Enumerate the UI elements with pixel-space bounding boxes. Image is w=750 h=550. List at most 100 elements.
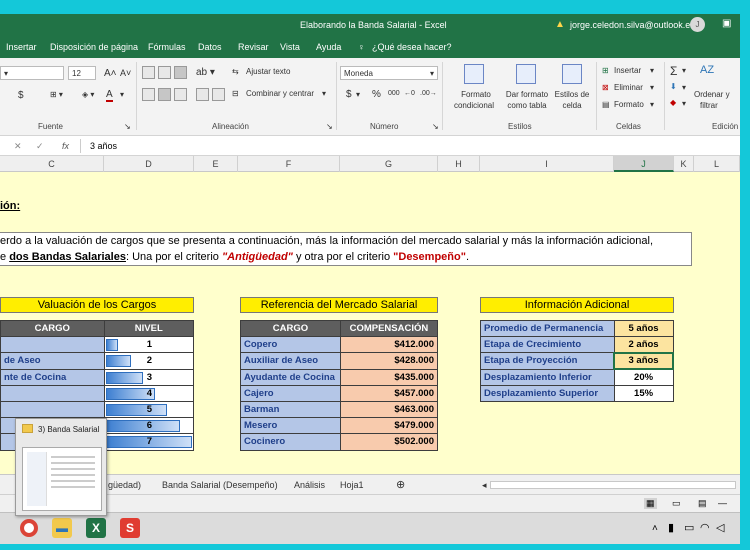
currency-small-icon[interactable]: $ <box>18 90 24 101</box>
accounting-dropdown-icon[interactable]: ▾ <box>356 90 360 99</box>
tab-disposicion[interactable]: Disposición de página <box>50 42 138 52</box>
insert-function-button[interactable]: fx <box>62 141 69 151</box>
user-account[interactable]: jorge.celedon.silva@outlook.es <box>570 20 695 30</box>
cargo-cell[interactable]: Cocinero <box>240 433 341 451</box>
compensacion-cell[interactable]: $479.000 <box>339 417 439 435</box>
compensacion-cell[interactable]: $463.000 <box>339 400 439 419</box>
fill-dropdown-icon[interactable]: ▾ <box>682 83 686 92</box>
format-cells-icon[interactable]: ▤ <box>602 100 610 109</box>
file-explorer-icon[interactable]: ▬ <box>52 518 72 538</box>
alignment-launcher-icon[interactable]: ↘ <box>326 122 333 131</box>
taskbar-preview-popup[interactable]: 3) Banda Salarial <box>15 418 107 516</box>
align-right-icon[interactable] <box>174 88 187 101</box>
adicional-value-cell[interactable]: 5 años <box>613 319 674 338</box>
fill-icon[interactable]: ⬇ <box>670 82 677 91</box>
align-top-icon[interactable] <box>142 66 155 79</box>
font-color-icon[interactable]: A <box>106 89 113 102</box>
zoom-out-icon[interactable]: — <box>718 498 727 508</box>
tab-datos[interactable]: Datos <box>198 42 222 52</box>
slides-app-icon[interactable]: S <box>120 518 140 538</box>
autosum-icon[interactable]: Σ <box>670 64 677 78</box>
column-header[interactable]: I <box>480 156 614 172</box>
column-header[interactable]: G <box>340 156 438 172</box>
format-as-table-label-2[interactable]: como tabla <box>501 101 553 110</box>
column-header[interactable]: H <box>438 156 480 172</box>
nivel-cell[interactable]: 3 <box>103 368 195 386</box>
selected-cell[interactable]: 3 años <box>613 351 674 371</box>
wrap-text-button[interactable]: Ajustar texto <box>246 67 290 76</box>
adicional-value-cell[interactable]: 15% <box>613 384 674 402</box>
column-header[interactable]: L <box>694 156 740 172</box>
cargo-cell[interactable]: Ayudante de Cocina <box>240 368 341 386</box>
adicional-label-cell[interactable]: Promedio de Permanencia <box>480 319 615 338</box>
conditional-format-icon[interactable] <box>464 64 484 84</box>
column-header[interactable]: E <box>194 156 238 172</box>
cargo-cell[interactable]: Copero <box>240 336 341 354</box>
avatar[interactable]: J <box>690 17 705 32</box>
excel-taskbar-icon[interactable]: X <box>86 518 106 538</box>
insert-cells-icon[interactable]: ⊞ <box>602 66 609 75</box>
align-bottom-icon[interactable] <box>174 66 187 79</box>
autosum-dropdown-icon[interactable]: ▾ <box>682 66 686 75</box>
sheet-tab-analisis[interactable]: Análisis <box>294 480 325 490</box>
decrease-indent-icon[interactable] <box>196 88 209 101</box>
mercado-header-compensacion[interactable]: COMPENSACIÓN <box>339 319 439 338</box>
cargo-cell[interactable]: Auxiliar de Aseo <box>240 352 341 370</box>
nivel-cell[interactable]: 6 <box>103 417 195 435</box>
adicional-label-cell[interactable]: Desplazamiento Inferior <box>480 368 615 386</box>
chrome-icon[interactable] <box>20 519 38 537</box>
clear-dropdown-icon[interactable]: ▾ <box>682 99 686 108</box>
page-layout-icon[interactable]: ▭ <box>672 498 681 509</box>
cargo-cell[interactable] <box>0 384 105 402</box>
compensacion-cell[interactable]: $502.000 <box>339 433 439 451</box>
adicional-value-cell[interactable]: 20% <box>613 368 674 386</box>
tray-chevron-icon[interactable]: ˄ <box>652 523 658 534</box>
sheet-tab-desempeno[interactable]: Banda Salarial (Desempeño) <box>162 480 278 490</box>
accounting-format-button[interactable]: $ <box>346 89 352 100</box>
tab-ayuda[interactable]: Ayuda <box>316 42 341 52</box>
fill-color-icon[interactable]: ◈ ▾ <box>82 90 94 99</box>
delete-cells-button[interactable]: Eliminar <box>614 83 643 92</box>
nivel-cell[interactable]: 5 <box>103 400 195 419</box>
valuacion-header-nivel[interactable]: NIVEL <box>103 319 195 338</box>
tell-me-search[interactable]: ¿Qué desea hacer? <box>372 42 452 52</box>
adicional-label-cell[interactable]: Etapa de Crecimiento <box>480 336 615 354</box>
format-as-table-icon[interactable] <box>516 64 536 84</box>
nivel-cell[interactable]: 2 <box>103 352 195 370</box>
adicional-label-cell[interactable]: Etapa de Proyección <box>480 352 615 370</box>
compensacion-cell[interactable]: $457.000 <box>339 384 439 402</box>
mercado-title[interactable]: Referencia del Mercado Salarial <box>240 297 438 313</box>
formula-input[interactable]: 3 años <box>90 141 117 151</box>
cargo-cell[interactable]: de Aseo <box>0 352 105 370</box>
column-header[interactable]: C <box>0 156 104 172</box>
font-color-dropdown-icon[interactable]: ▾ <box>120 90 124 99</box>
increase-decimal-icon[interactable]: ←0 <box>404 90 415 97</box>
nivel-cell[interactable]: 1 <box>103 336 195 354</box>
cargo-cell[interactable] <box>0 336 105 354</box>
sheet-tab-hoja1[interactable]: Hoja1 <box>340 480 364 490</box>
wrap-text-icon[interactable]: ⇆ <box>232 67 239 76</box>
compensacion-cell[interactable]: $435.000 <box>339 368 439 386</box>
delete-cells-icon[interactable]: ⊠ <box>602 83 609 92</box>
cargo-cell[interactable]: Barman <box>240 400 341 419</box>
mercado-header-cargo[interactable]: CARGO <box>240 319 341 338</box>
borders-icon[interactable]: ⊞ ▾ <box>50 90 63 99</box>
nivel-cell[interactable]: 7 <box>103 433 195 451</box>
percent-button[interactable]: % <box>372 89 381 100</box>
preview-thumbnail[interactable] <box>22 447 102 511</box>
decrease-decimal-icon[interactable]: .00→ <box>420 90 437 97</box>
cargo-cell[interactable]: nte de Cocina <box>0 368 105 386</box>
tab-revisar[interactable]: Revisar <box>238 42 269 52</box>
merge-dropdown-icon[interactable]: ▾ <box>322 89 326 98</box>
cargo-cell[interactable]: Mesero <box>240 417 341 435</box>
compensacion-cell[interactable]: $428.000 <box>339 352 439 370</box>
column-header[interactable]: F <box>238 156 340 172</box>
wifi-icon[interactable]: ◠ <box>700 521 710 534</box>
font-name-input[interactable]: ▾ <box>0 66 64 80</box>
scroll-left-icon[interactable]: ◂ <box>482 480 487 491</box>
cell-styles-label-1[interactable]: Estilos de <box>550 90 594 99</box>
number-launcher-icon[interactable]: ↘ <box>432 122 439 131</box>
cell-styles-label-2[interactable]: celda <box>550 101 594 110</box>
valuacion-header-cargo[interactable]: CARGO <box>0 319 105 338</box>
column-header-selected[interactable]: J <box>614 156 674 172</box>
